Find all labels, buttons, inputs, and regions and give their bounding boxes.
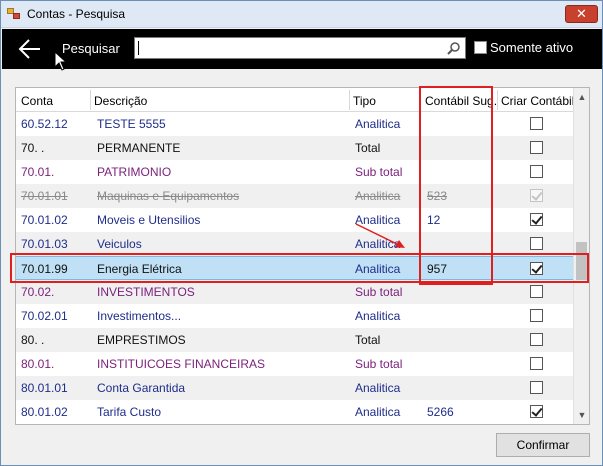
criar-contabil-checkbox[interactable] (530, 237, 543, 250)
somente-ativo-checkbox[interactable] (474, 41, 487, 54)
table-row[interactable]: 70.01.02 Moveis e Utensilios Analitica 12 (16, 208, 575, 232)
cell-conta: 80. . (21, 333, 45, 347)
contas-grid: Conta Descrição Tipo Contábil Sug. Criar… (15, 87, 590, 425)
somente-ativo-label: Somente ativo (490, 40, 574, 55)
cell-conta: 70.01.01 (21, 189, 68, 203)
cell-conta: 70.01.99 (21, 262, 68, 276)
cell-descricao: TESTE 5555 (97, 117, 166, 131)
cell-conta: 70.02. (21, 285, 55, 299)
cell-conta: 60.52.12 (21, 117, 68, 131)
cell-contabil-sug: 957 (427, 262, 448, 276)
cell-descricao: INSTITUICOES FINANCEIRAS (97, 357, 266, 371)
cell-tipo: Analitica (355, 213, 401, 227)
mouse-cursor-icon (54, 51, 68, 71)
cell-conta: 70.01. (21, 165, 55, 179)
cell-descricao: Investimentos... (97, 309, 182, 323)
scroll-down-icon[interactable]: ▼ (577, 410, 587, 420)
window-title: Contas - Pesquisa (27, 7, 126, 21)
criar-contabil-checkbox[interactable] (530, 189, 543, 202)
table-row[interactable]: 80.01.02 Tarifa Custo Analitica 5266 (16, 400, 575, 424)
cell-descricao: Moveis e Utensilios (97, 213, 201, 227)
criar-contabil-checkbox[interactable] (530, 333, 543, 346)
table-row[interactable]: 60.52.12 TESTE 5555 Analitica (16, 112, 575, 136)
criar-contabil-checkbox[interactable] (530, 285, 543, 298)
column-header-criar-contabil[interactable]: Criar Contábil (501, 94, 574, 108)
contas-pesquisa-window: Contas - Pesquisa ✕ Pesquisar Somente at… (0, 0, 603, 466)
cell-descricao: Veiculos (97, 237, 142, 251)
cell-tipo: Analitica (355, 237, 401, 251)
cell-descricao: Maquinas e Equipamentos (97, 189, 240, 203)
cell-tipo: Analitica (355, 117, 401, 131)
cell-conta: 80.01.02 (21, 405, 68, 419)
table-row[interactable]: 70.01.03 Veiculos Analitica (16, 232, 575, 256)
cell-contabil-sug: 523 (427, 189, 448, 203)
column-header-conta[interactable]: Conta (21, 94, 53, 108)
criar-contabil-checkbox[interactable] (530, 309, 543, 322)
criar-contabil-checkbox[interactable] (530, 165, 543, 178)
criar-contabil-checkbox[interactable] (530, 141, 543, 154)
cell-tipo: Analitica (355, 405, 401, 419)
cell-tipo: Total (355, 141, 381, 155)
cell-descricao: EMPRESTIMOS (97, 333, 186, 347)
close-button[interactable]: ✕ (565, 5, 598, 23)
cell-conta: 70.01.02 (21, 213, 68, 227)
cell-conta: 70. . (21, 141, 45, 155)
cell-tipo: Sub total (355, 165, 403, 179)
cell-tipo: Analitica (355, 262, 401, 276)
search-toolbar: Pesquisar Somente ativo (2, 29, 602, 71)
confirm-button-label: Confirmar (516, 438, 570, 452)
title-bar: Contas - Pesquisa ✕ (1, 1, 602, 28)
criar-contabil-checkbox[interactable] (530, 117, 543, 130)
criar-contabil-checkbox[interactable] (530, 262, 543, 275)
cell-conta: 80.01. (21, 357, 55, 371)
grid-header: Conta Descrição Tipo Contábil Sug. Criar… (16, 88, 575, 112)
criar-contabil-checkbox[interactable] (530, 357, 543, 370)
criar-contabil-checkbox[interactable] (530, 381, 543, 394)
scroll-up-icon[interactable]: ▲ (577, 92, 587, 102)
cell-contabil-sug: 12 (427, 213, 441, 227)
search-icon[interactable] (447, 41, 461, 55)
table-row[interactable]: 70.02.01 Investimentos... Analitica (16, 304, 575, 328)
vertical-scrollbar[interactable]: ▲ ▼ (573, 88, 589, 424)
cell-tipo: Sub total (355, 285, 403, 299)
criar-contabil-checkbox[interactable] (530, 213, 543, 226)
column-header-descricao[interactable]: Descrição (94, 94, 147, 108)
cell-contabil-sug: 5266 (427, 405, 454, 419)
cell-descricao: Energia Elétrica (97, 262, 182, 276)
cell-descricao: INVESTIMENTOS (97, 285, 195, 299)
search-label: Pesquisar (62, 41, 120, 56)
text-caret (138, 41, 139, 55)
table-row[interactable]: 70.01.99 Energia Elétrica Analitica 957 (16, 256, 575, 280)
table-row[interactable]: 70.02. INVESTIMENTOS Sub total (16, 280, 575, 304)
search-input[interactable] (134, 37, 466, 59)
confirm-button[interactable]: Confirmar (496, 433, 590, 457)
cell-tipo: Analitica (355, 381, 401, 395)
table-row[interactable]: 70.01. PATRIMONIO Sub total (16, 160, 575, 184)
criar-contabil-checkbox[interactable] (530, 405, 543, 418)
table-row[interactable]: 80.01. INSTITUICOES FINANCEIRAS Sub total (16, 352, 575, 376)
cell-tipo: Analitica (355, 309, 401, 323)
cell-tipo: Total (355, 333, 381, 347)
cell-tipo: Analitica (355, 189, 401, 203)
cell-tipo: Sub total (355, 357, 403, 371)
column-header-tipo[interactable]: Tipo (353, 94, 376, 108)
cell-descricao: PATRIMONIO (97, 165, 172, 179)
cell-conta: 80.01.01 (21, 381, 68, 395)
scroll-thumb[interactable] (576, 242, 587, 280)
cell-descricao: PERMANENTE (97, 141, 181, 155)
app-icon (7, 8, 21, 20)
cell-conta: 70.01.03 (21, 237, 68, 251)
cell-descricao: Tarifa Custo (97, 405, 162, 419)
close-icon: ✕ (576, 6, 587, 21)
table-row[interactable]: 80. . EMPRESTIMOS Total (16, 328, 575, 352)
table-row[interactable]: 70.01.01 Maquinas e Equipamentos Analitica… (16, 184, 575, 208)
column-header-contabil-sug[interactable]: Contábil Sug. (425, 94, 497, 108)
back-arrow-icon[interactable] (17, 36, 43, 62)
table-row[interactable]: 80.01.01 Conta Garantida Analitica (16, 376, 575, 400)
table-row[interactable]: 70. . PERMANENTE Total (16, 136, 575, 160)
cell-conta: 70.02.01 (21, 309, 68, 323)
cell-descricao: Conta Garantida (97, 381, 186, 395)
